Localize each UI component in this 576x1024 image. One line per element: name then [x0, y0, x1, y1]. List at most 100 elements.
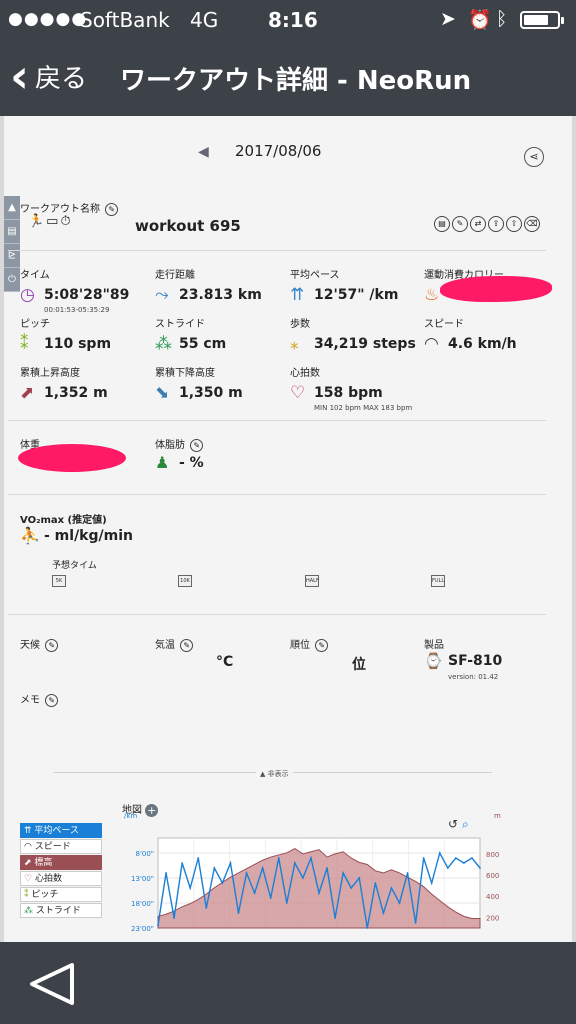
pace-point: [454, 857, 457, 859]
pace-point: [422, 857, 425, 859]
reset-zoom-icon[interactable]: ↺: [448, 817, 458, 831]
page-title: ワークアウト詳細 - NeoRun: [120, 66, 472, 96]
divider: [8, 250, 546, 251]
signal-strength: ●●●●●: [8, 9, 88, 29]
legend-item-speed[interactable]: ◠ スピード: [20, 839, 102, 854]
product-label: 製品: [424, 640, 444, 651]
pace-point: [197, 857, 200, 859]
edit-temperature-icon[interactable]: ✎: [180, 638, 194, 652]
workout-type-icons: 🏃▭⏱: [28, 214, 73, 229]
right-axis-unit: m: [494, 812, 501, 820]
divider: [8, 494, 546, 495]
upload-icon[interactable]: ⇧: [506, 216, 522, 232]
prev-date-button[interactable]: ◀: [198, 144, 209, 160]
edit-name-icon[interactable]: ✎: [105, 202, 119, 216]
back-label: 戻る: [34, 63, 87, 94]
stat-ascent: 累積上昇高度 ⬈ 1,352 m: [20, 364, 160, 403]
stat-avg-pace-label: 平均ペース: [290, 270, 340, 281]
stat-steps-value: 34,219 steps: [314, 336, 416, 352]
stat-descent: 累積下降高度 ⬊ 1,350 m: [155, 364, 295, 403]
pace-point: [390, 887, 393, 889]
left-axis-unit: /km: [124, 812, 137, 820]
stat-time-range: 00:01:53-05:35:29: [44, 306, 110, 314]
stat-pitch-value: 110 spm: [44, 336, 112, 352]
pace-point: [261, 867, 264, 869]
pace-point: [277, 857, 280, 859]
stat-heart-rate: 心拍数 ♡ 158 bpm MIN 102 bpm MAX 183 bpm: [290, 364, 430, 412]
stat-stride-label: ストライド: [155, 319, 205, 330]
stat-heart-rate-range: MIN 102 bpm MAX 183 bpm: [314, 404, 413, 412]
chart-legend: ⇈ 平均ペース ◠ スピード ⬈ 標高 ♡ 心拍数 ⁑ ピッチ ⁂ ストライド: [20, 823, 102, 919]
body-fat-value: - %: [179, 454, 204, 471]
runner-icon: ⛹: [20, 526, 40, 545]
pace-point: [414, 922, 417, 924]
pace-point: [310, 857, 312, 859]
back-triangle-icon[interactable]: [28, 962, 76, 1006]
side-tab-top[interactable]: ▲: [4, 196, 20, 220]
legend-item-pace[interactable]: ⇈ 平均ペース: [20, 823, 102, 838]
legend-item-elevation[interactable]: ⬈ 標高: [20, 855, 102, 870]
stat-ascent-label: 累積上昇高度: [20, 368, 80, 379]
workout-detail-panel: ◀ 2017/08/06 ⋖ ▲ ▤ ⊵ ⏻ ワークアウト名称 ✎ 🏃▭⏱ wo…: [4, 116, 572, 942]
pace-point: [398, 902, 401, 904]
edit-memo-icon[interactable]: ✎: [45, 693, 59, 707]
side-tab-log[interactable]: ▤: [4, 220, 20, 244]
legend-item-heart-rate[interactable]: ♡ 心拍数: [20, 871, 102, 886]
stat-speed: スピード ◠ 4.6 km/h: [424, 315, 564, 354]
zoom-icon[interactable]: ⌕: [462, 817, 469, 831]
location-arrow-icon: ➤: [440, 8, 456, 30]
temperature-label: 気温 ✎: [155, 636, 194, 652]
predicted-time-label: 予想タイム: [52, 561, 97, 571]
watch-icon: ⌚: [424, 652, 443, 670]
legend-label: 標高: [34, 858, 53, 868]
temperature-label-text: 気温: [155, 640, 175, 651]
pace-point: [326, 867, 328, 869]
edit-icon[interactable]: ✎: [452, 216, 468, 232]
stride-icon: ⁂: [155, 334, 172, 354]
legend-item-pitch[interactable]: ⁑ ピッチ: [20, 887, 102, 902]
edit-body-fat-icon[interactable]: ✎: [190, 438, 204, 452]
print-icon[interactable]: ▤: [434, 216, 450, 232]
back-button[interactable]: ‹ 戻る: [10, 53, 87, 99]
delete-icon[interactable]: ⌫: [524, 216, 540, 232]
clock: 8:16: [268, 8, 318, 32]
rank-label: 順位 ✎: [290, 636, 329, 652]
share-icon[interactable]: ⋖: [524, 147, 544, 167]
left-tick-label: 13'00": [131, 875, 154, 883]
side-tab-device[interactable]: ⏻: [4, 268, 20, 292]
divider: [8, 420, 546, 421]
pace-point: [366, 927, 369, 929]
stat-steps: 歩数 ⁎ 34,219 steps: [290, 315, 430, 354]
stat-speed-value: 4.6 km/h: [448, 336, 517, 352]
legend-item-stride[interactable]: ⁂ ストライド: [20, 903, 102, 918]
transfer-icon[interactable]: ⇄: [470, 216, 486, 232]
predicted-10k-icon[interactable]: 10K: [178, 575, 192, 587]
stat-avg-pace: 平均ペース ⇈ 12'57" /km: [290, 266, 430, 305]
pace-point: [229, 862, 232, 864]
stat-distance-label: 走行距離: [155, 270, 195, 281]
export-icon[interactable]: ⇪: [488, 216, 504, 232]
pace-point: [302, 877, 304, 879]
predicted-5k-icon[interactable]: 5K: [52, 575, 66, 587]
legend-label: ピッチ: [31, 890, 59, 900]
pace-elevation-chart[interactable]: /km m 8'00" 13'00" 18'00" 23'00" 800 600 400 200 ↺…: [118, 802, 518, 942]
side-tab-graph[interactable]: ⊵: [4, 244, 20, 268]
predicted-half-icon[interactable]: HALF: [305, 575, 319, 587]
ascent-icon: ⬈: [20, 383, 35, 403]
rank-label-text: 順位: [290, 640, 310, 651]
stat-heart-rate-value: 158 bpm: [314, 385, 383, 401]
foot-icon: ⁎: [290, 334, 299, 354]
vo2max-value: - ml/kg/min: [44, 527, 133, 544]
pace-point: [374, 882, 377, 884]
edit-weather-icon[interactable]: ✎: [45, 638, 59, 652]
stat-distance-value: 23.813 km: [179, 287, 262, 303]
pace-point: [358, 877, 361, 879]
date-navigator: ◀ 2017/08/06: [4, 142, 572, 166]
pace-point: [253, 892, 256, 894]
predicted-full-icon[interactable]: FULL: [431, 575, 445, 587]
edit-rank-icon[interactable]: ✎: [315, 638, 329, 652]
hide-toggle-button[interactable]: ▲ 非表示: [256, 769, 293, 779]
battery-level: [524, 15, 548, 25]
heart-icon: ♡: [290, 383, 306, 403]
pace-point: [342, 872, 345, 874]
